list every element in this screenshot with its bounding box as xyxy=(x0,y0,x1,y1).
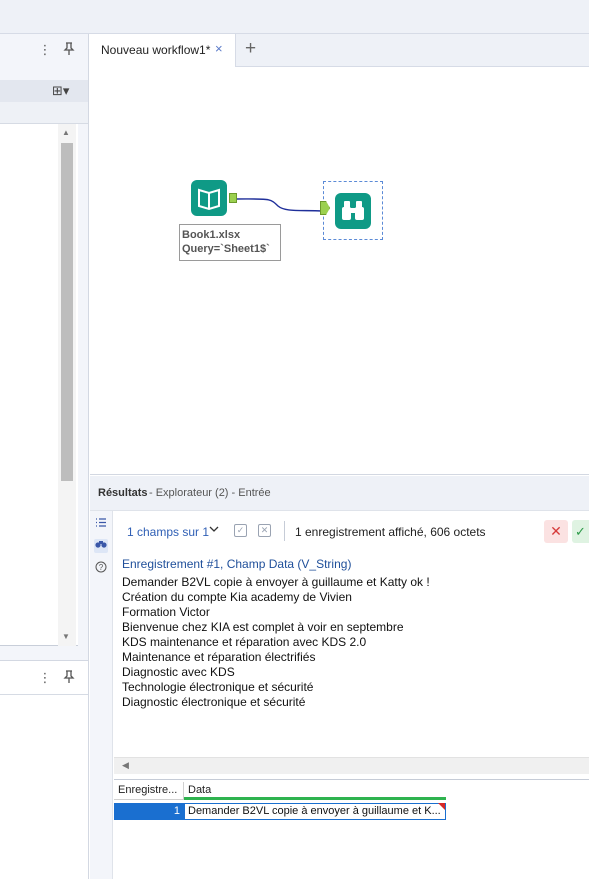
select-all-icon[interactable]: ✓ xyxy=(234,524,247,537)
deselect-all-icon[interactable]: ✕ xyxy=(258,524,271,537)
truncation-flag-icon xyxy=(438,803,445,810)
left-panel-lower xyxy=(0,660,88,879)
tab-label[interactable]: Nouveau workflow1* xyxy=(101,43,210,57)
divider xyxy=(0,694,88,695)
add-menu-icon[interactable]: ⊞▾ xyxy=(52,83,69,99)
record-header: Enregistrement #1, Champ Data (V_String) xyxy=(122,557,352,571)
column-header-record[interactable]: Enregistre... xyxy=(114,782,184,800)
record-line: Maintenance et réparation électrifiés xyxy=(122,650,316,664)
record-count: 1 enregistrement affiché, 606 octets xyxy=(295,525,486,539)
record-line: Technologie électronique et sécurité xyxy=(122,680,314,694)
record-line: KDS maintenance et réparation avec KDS 2… xyxy=(122,635,367,649)
record-line: Bienvenue chez KIA est complet à voir en… xyxy=(122,620,404,634)
row-number[interactable]: 1 xyxy=(114,803,184,820)
data-cell[interactable]: Demander B2VL copie à envoyer à guillaum… xyxy=(184,803,446,820)
pin-icon-2[interactable] xyxy=(62,670,76,686)
apply-button[interactable]: ✓ xyxy=(572,520,589,543)
left-toolbar xyxy=(0,80,88,102)
list-icon[interactable] xyxy=(94,517,108,531)
binoculars-view-icon[interactable] xyxy=(94,539,108,553)
scroll-up-icon[interactable]: ▲ xyxy=(62,128,70,137)
more-options-icon[interactable]: ⋮ xyxy=(38,42,52,58)
record-line: Diagnostic électronique et sécurité xyxy=(122,695,306,709)
add-tab-icon[interactable]: + xyxy=(245,38,256,60)
connection-line xyxy=(235,198,323,212)
scroll-left-icon[interactable]: ◀ xyxy=(122,760,129,771)
close-tab-icon[interactable]: × xyxy=(215,41,223,56)
tool-annotation: Book1.xlsx Query=`Sheet1$` xyxy=(179,224,281,261)
horizontal-scrollbar[interactable] xyxy=(114,757,589,774)
annotation-query: Query=`Sheet1$` xyxy=(182,243,270,255)
record-line: Diagnostic avec KDS xyxy=(122,665,235,679)
record-line: Création du compte Kia academy de Vivien xyxy=(122,590,352,604)
browse-tool[interactable] xyxy=(335,193,371,229)
left-strip xyxy=(0,102,88,124)
chevron-down-icon[interactable] xyxy=(209,524,219,537)
results-subtitle: - Explorateur (2) - Entrée xyxy=(149,487,271,499)
workflow-canvas[interactable] xyxy=(90,67,589,475)
toolbar-separator xyxy=(284,521,285,541)
more-options-icon-2[interactable]: ⋮ xyxy=(38,670,52,686)
results-title: Résultats xyxy=(98,487,148,499)
scroll-down-icon[interactable]: ▼ xyxy=(62,632,70,641)
input-data-tool[interactable] xyxy=(191,180,227,216)
left-scrollbar-thumb[interactable] xyxy=(61,143,73,481)
title-bar xyxy=(0,0,589,34)
cancel-button[interactable]: ✕ xyxy=(544,520,568,543)
binoculars-icon xyxy=(342,201,364,220)
record-text: Demander B2VL copie à envoyer à guillaum… xyxy=(122,575,430,710)
output-anchor[interactable] xyxy=(229,193,237,203)
panel-splitter[interactable] xyxy=(114,775,589,780)
record-line: Formation Victor xyxy=(122,605,210,619)
book-icon xyxy=(198,188,220,211)
svg-text:?: ? xyxy=(99,563,104,572)
help-icon[interactable]: ? xyxy=(94,561,108,575)
record-line: Demander B2VL copie à envoyer à guillaum… xyxy=(122,575,430,589)
fields-dropdown[interactable]: 1 champs sur 1 xyxy=(127,525,209,539)
annotation-file: Book1.xlsx xyxy=(182,229,241,241)
pin-icon[interactable] xyxy=(62,42,76,58)
column-header-data[interactable]: Data xyxy=(184,782,446,800)
